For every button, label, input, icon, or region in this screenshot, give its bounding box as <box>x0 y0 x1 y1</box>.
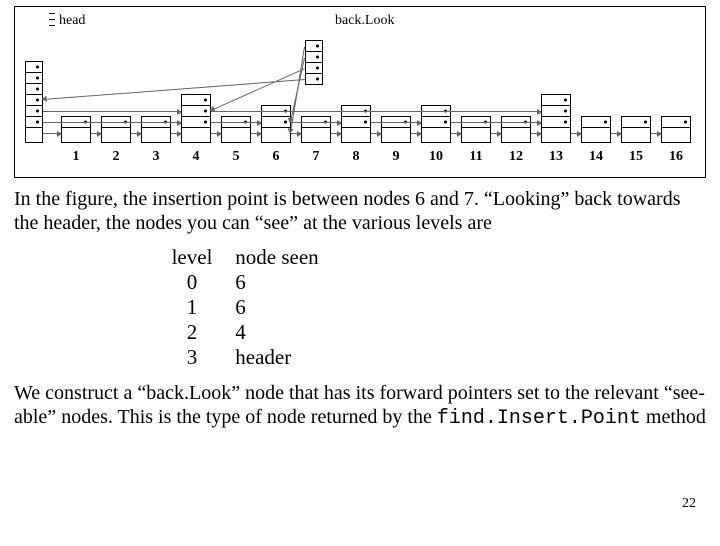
node-number: 3 <box>141 149 171 165</box>
node-number: 9 <box>381 149 411 165</box>
table-row: 0 6 <box>164 270 706 295</box>
node-number: 16 <box>661 149 691 165</box>
forward-pointer <box>371 122 421 123</box>
forward-pointer <box>491 133 501 134</box>
skip-node-14 <box>581 117 611 143</box>
backlook-pointer <box>43 79 305 100</box>
forward-pointer <box>451 122 541 123</box>
forward-pointer <box>531 133 541 134</box>
skiplist-figure: headback.Look12345678910111213141516 <box>14 6 706 178</box>
forward-pointer <box>43 122 181 123</box>
node-number: 5 <box>221 149 251 165</box>
backlook-node <box>305 41 335 85</box>
table-row: 3 header <box>164 345 706 370</box>
node-number: 2 <box>101 149 131 165</box>
forward-pointer <box>571 133 581 134</box>
table-header-seen: node seen <box>225 245 345 270</box>
forward-pointer <box>371 133 381 134</box>
paragraph-1: In the figure, the insertion point is be… <box>14 188 706 235</box>
figure-label-backlook: back.Look <box>335 13 394 29</box>
forward-pointer <box>211 122 261 123</box>
forward-pointer <box>211 111 541 112</box>
forward-pointer <box>171 133 181 134</box>
node-number: 7 <box>301 149 331 165</box>
node-number: 1 <box>61 149 91 165</box>
node-number: 6 <box>261 149 291 165</box>
node-number: 13 <box>541 149 571 165</box>
forward-pointer <box>611 133 621 134</box>
head-node <box>25 62 55 143</box>
forward-pointer <box>131 133 141 134</box>
table-header-row: level node seen <box>164 245 706 270</box>
forward-pointer <box>251 133 261 134</box>
table-header-level: level <box>164 245 220 270</box>
code-method-name: find.Insert.Point <box>437 407 641 430</box>
node-number: 4 <box>181 149 211 165</box>
paragraph-2: We construct a “back.Look” node that has… <box>14 382 706 430</box>
node-number: 12 <box>501 149 531 165</box>
forward-pointer <box>451 133 461 134</box>
skip-node-4 <box>181 95 211 143</box>
skip-node-15 <box>621 117 651 143</box>
skip-node-16 <box>661 117 691 143</box>
skip-node-6 <box>261 106 291 143</box>
backlook-pointer <box>290 57 305 121</box>
forward-pointer <box>91 133 101 134</box>
forward-pointer <box>291 122 341 123</box>
node-number: 14 <box>581 149 611 165</box>
table-row: 1 6 <box>164 295 706 320</box>
forward-pointer <box>211 133 221 134</box>
node-number: 11 <box>461 149 491 165</box>
forward-pointer <box>43 111 181 112</box>
node-number: 8 <box>341 149 371 165</box>
forward-pointer <box>411 133 421 134</box>
skip-node-13 <box>541 95 571 143</box>
skip-node-10 <box>421 106 451 143</box>
table-row: 2 4 <box>164 320 706 345</box>
skip-node-8 <box>341 106 371 143</box>
node-number: 10 <box>421 149 451 165</box>
forward-pointer <box>651 133 661 134</box>
figure-label-head: head <box>59 13 85 29</box>
forward-pointer <box>331 133 341 134</box>
forward-pointer <box>43 133 61 134</box>
level-seen-table: level node seen 0 6 1 6 2 4 3 header <box>164 245 706 370</box>
node-number: 15 <box>621 149 651 165</box>
page-number: 22 <box>682 496 696 512</box>
